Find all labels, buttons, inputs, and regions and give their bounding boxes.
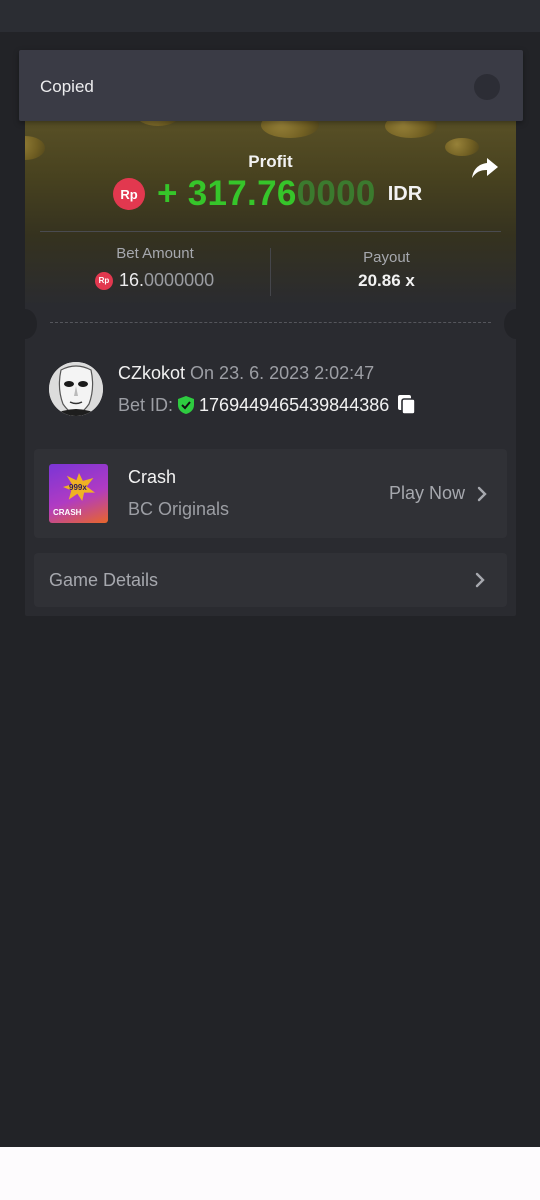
bet-amount-value: Rp 16. 0000000 <box>95 270 214 291</box>
chevron-right-icon <box>475 572 485 588</box>
dashed-divider <box>50 322 491 323</box>
game-thumbnail: 999x CRASH <box>49 464 108 523</box>
bet-id-label: Bet ID: <box>118 394 174 415</box>
game-details-label: Game Details <box>49 570 159 590</box>
profit-value-dim: 0000 <box>296 174 376 213</box>
ticket-notch-left <box>25 309 37 339</box>
toast-message: Copied <box>40 77 94 96</box>
bet-detail-card: Profit Rp + 317.76 0000 IDR Bet Amount R… <box>25 106 516 616</box>
profit-value-bright: + 317.76 <box>157 174 297 213</box>
profit-amount: Rp + 317.76 0000 IDR <box>113 174 422 214</box>
bet-id-value: 1769449465439844386 <box>199 394 390 415</box>
game-provider: BC Originals <box>128 499 230 519</box>
ticket-notch-right <box>504 309 516 339</box>
user-name[interactable]: CZkokot <box>118 363 185 383</box>
top-bar <box>0 0 540 32</box>
bet-amount-dim: 0000000 <box>144 270 215 290</box>
currency-badge-small: Rp <box>95 271 113 290</box>
play-now-button[interactable]: Play Now <box>389 483 487 504</box>
copy-icon[interactable] <box>397 394 417 416</box>
currency-badge: Rp <box>113 178 145 210</box>
profit-label: Profit <box>248 152 293 171</box>
bet-amount-label: Bet Amount <box>116 245 194 262</box>
toast-close-icon[interactable] <box>474 74 500 100</box>
bet-id-row: Bet ID: 1769449465439844386 <box>118 394 417 416</box>
share-icon[interactable] <box>471 156 499 180</box>
play-now-label: Play Now <box>389 483 466 503</box>
verified-shield-icon <box>178 396 195 414</box>
copied-toast: Copied <box>19 50 523 121</box>
app-screen: Profit Rp + 317.76 0000 IDR Bet Amount R… <box>0 0 540 1147</box>
thumb-label: CRASH <box>53 508 82 517</box>
chevron-right-icon <box>477 486 487 501</box>
game-name: Crash <box>128 467 177 487</box>
thumb-multiplier: 999x <box>69 483 87 492</box>
avatar[interactable] <box>49 362 103 416</box>
mask-avatar-icon <box>49 362 103 416</box>
game-row[interactable]: 999x CRASH Crash BC Originals Play Now <box>34 449 507 538</box>
bet-date: On 23. 6. 2023 2:02:47 <box>190 363 375 383</box>
payout-label: Payout <box>363 249 410 266</box>
profit-currency: IDR <box>387 182 423 205</box>
game-details-row[interactable]: Game Details <box>34 553 507 607</box>
payout-value: 20.86 x <box>358 271 415 290</box>
bet-amount-main: 16. <box>119 270 145 290</box>
divider <box>40 231 501 232</box>
user-info: CZkokot On 23. 6. 2023 2:02:47 <box>118 363 374 384</box>
